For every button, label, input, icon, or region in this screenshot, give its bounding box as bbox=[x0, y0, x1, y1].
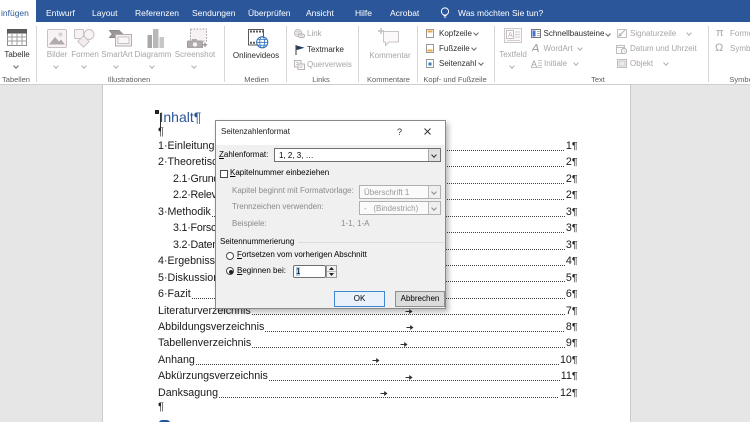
svg-text:A: A bbox=[508, 32, 513, 39]
svg-text:A: A bbox=[531, 59, 537, 68]
